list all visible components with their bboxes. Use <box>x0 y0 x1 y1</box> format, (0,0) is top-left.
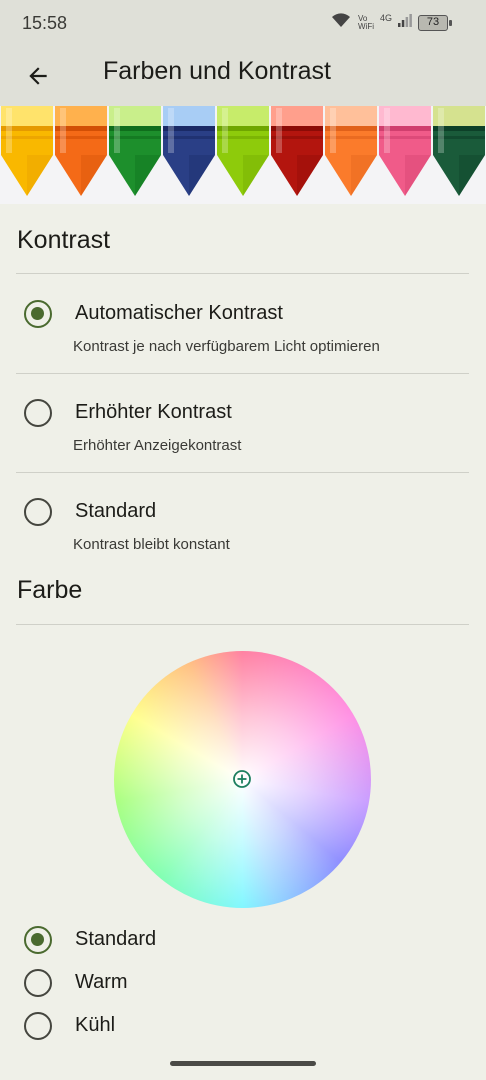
crayon <box>271 106 323 196</box>
app-bar: Farben und Kontrast <box>0 44 486 106</box>
option-automatic-contrast[interactable]: Automatischer Kontrast Kontrast je nach … <box>0 288 486 372</box>
crayon-banner <box>0 106 486 204</box>
option-description: Kontrast je nach verfügbarem Licht optim… <box>73 338 380 355</box>
option-label: Automatischer Kontrast <box>75 302 283 324</box>
section-title-kontrast: Kontrast <box>17 226 111 254</box>
wifi-label: WiFi <box>357 21 374 31</box>
radio-color-standard[interactable] <box>24 926 52 954</box>
radio-increased-contrast[interactable] <box>24 399 52 427</box>
crayon <box>325 106 377 196</box>
divider <box>16 472 469 473</box>
option-increased-contrast[interactable]: Erhöhter Kontrast Erhöhter Anzeigekontra… <box>0 387 486 471</box>
divider <box>16 373 469 374</box>
divider <box>16 624 469 625</box>
radio-automatic-contrast[interactable] <box>24 300 52 328</box>
option-label: Standard <box>75 500 157 522</box>
status-icons: Vo WiFi 4G 73 <box>330 11 452 34</box>
vowifi-icon: Vo WiFi <box>357 14 374 31</box>
option-description: Erhöhter Anzeigekontrast <box>73 437 242 454</box>
option-color-standard[interactable]: Standard <box>0 920 486 960</box>
crayon <box>1 106 53 196</box>
status-time: 15:58 <box>22 13 68 33</box>
home-indicator[interactable] <box>170 1061 316 1066</box>
crayon <box>55 106 107 196</box>
crayon <box>379 106 431 196</box>
crayon <box>109 106 161 196</box>
radio-standard-contrast[interactable] <box>24 498 52 526</box>
option-standard-contrast[interactable]: Standard Kontrast bleibt konstant <box>0 486 486 570</box>
page-title: Farben und Kontrast <box>103 57 331 85</box>
battery-icon: 73 <box>418 14 452 31</box>
option-color-warm[interactable]: Warm <box>0 963 486 1003</box>
back-button[interactable] <box>18 56 58 96</box>
option-color-cool[interactable]: Kühl <box>0 1006 486 1046</box>
radio-color-cool[interactable] <box>24 1012 52 1040</box>
option-label: Standard <box>75 928 157 950</box>
crayon <box>163 106 215 196</box>
option-label: Warm <box>75 971 128 993</box>
crayons-illustration <box>1 106 485 196</box>
status-bar: 15:58 Vo WiFi 4G 73 <box>0 0 486 44</box>
option-description: Kontrast bleibt konstant <box>73 536 230 553</box>
crayon <box>433 106 485 196</box>
option-label: Kühl <box>75 1014 116 1036</box>
radio-color-warm[interactable] <box>24 969 52 997</box>
wifi-icon <box>330 11 352 34</box>
signal-icon <box>398 13 412 32</box>
arrow-back-icon <box>29 67 47 85</box>
crayon <box>217 106 269 196</box>
network-type: 4G <box>379 12 392 23</box>
option-label: Erhöhter Kontrast <box>75 401 232 423</box>
divider <box>16 273 469 274</box>
plus-circle-icon[interactable] <box>232 769 252 789</box>
section-title-farbe: Farbe <box>17 576 83 604</box>
